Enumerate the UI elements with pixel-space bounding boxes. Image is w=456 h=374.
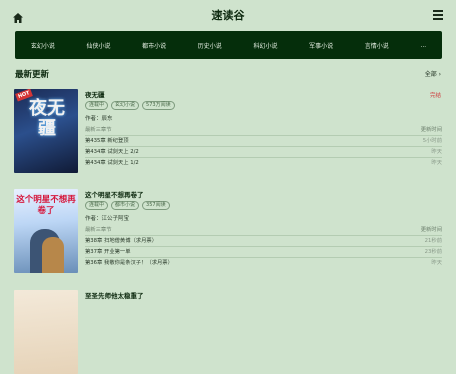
book-cover[interactable]: 这个明星不想再卷了	[14, 189, 78, 273]
nav-item-yanqing[interactable]: 言情小说	[365, 41, 389, 50]
chapters-header-label: 最新三章节	[85, 127, 112, 133]
chapters-header: 最新三章节 更新时间	[85, 125, 442, 135]
chapter-title[interactable]: 第37章 开业第一单	[85, 249, 131, 255]
site-title: 速读谷	[211, 9, 245, 22]
chapter-row[interactable]: 第435章 新纪登顶 5小时前	[85, 136, 442, 146]
cover-title: 这个明星不想再卷了	[16, 195, 76, 216]
section-title: 最新更新	[15, 70, 50, 80]
nav-item-xuanhuan[interactable]: 玄幻小说	[31, 41, 55, 50]
chapter-row[interactable]: 第434章 试剑天上 2/2 昨天	[85, 147, 442, 157]
nav-item-kehuan[interactable]: 科幻小说	[253, 41, 277, 50]
nav-item-lishi[interactable]: 历史小说	[198, 41, 222, 50]
cover-figure	[42, 237, 64, 273]
chapter-row[interactable]: 第37章 开业第一单 23秒前	[85, 247, 442, 257]
chapter-title[interactable]: 第435章 新纪登顶	[85, 138, 129, 144]
tag: 连载中	[85, 101, 109, 110]
book-title[interactable]: 夜无疆	[85, 89, 105, 99]
view-all-link[interactable]: 全部 ›	[425, 69, 441, 78]
author: 作者：辰东	[85, 116, 113, 122]
chapter-title[interactable]: 第434章 试剑天上 1/2	[85, 160, 139, 166]
chapter-time: 昨天	[431, 260, 442, 266]
menu-icon[interactable]	[433, 10, 443, 20]
book-title[interactable]: 这个明星不想再卷了	[85, 189, 144, 199]
time-header-label: 更新时间	[420, 127, 442, 133]
chapter-time: 5小时前	[422, 138, 442, 144]
chapter-title[interactable]: 第38章 扫地僧黄博（求月票）	[85, 238, 157, 244]
tag-list: 连载中 玄幻小说 573万阅读	[85, 101, 175, 110]
chapter-time: 21秒前	[424, 238, 442, 244]
nav-item-junshi[interactable]: 军事小说	[309, 41, 333, 50]
book-cover[interactable]	[14, 290, 78, 374]
nav-item-xianxia[interactable]: 仙侠小说	[86, 41, 110, 50]
chapter-title[interactable]: 第434章 试剑天上 2/2	[85, 149, 139, 155]
chapter-time: 23秒前	[424, 249, 442, 255]
chapter-row[interactable]: 第434章 试剑天上 1/2 昨天	[85, 158, 442, 168]
nav-item-dushi[interactable]: 都市小说	[142, 41, 166, 50]
book-title[interactable]: 至圣先师他太稳重了	[85, 290, 144, 300]
chapters-header-label: 最新三章节	[85, 227, 112, 233]
tag: 573万阅读	[142, 101, 175, 110]
chapter-row[interactable]: 第36章 我敬你是条汉子！（求月票） 昨天	[85, 258, 442, 268]
chapter-title[interactable]: 第36章 我敬你是条汉子！（求月票）	[85, 260, 173, 266]
home-icon[interactable]	[12, 9, 24, 23]
status-badge: 完结	[429, 93, 441, 99]
tag-list: 连载中 都市小说 357阅读	[85, 201, 170, 210]
chapter-time: 昨天	[431, 149, 442, 155]
top-bar: 速读谷	[0, 0, 456, 30]
tag: 都市小说	[111, 201, 140, 210]
tag: 连载中	[85, 201, 109, 210]
tag: 357阅读	[142, 201, 170, 210]
book-cover[interactable]: HOT 夜无疆	[14, 89, 78, 173]
chapters-header: 最新三章节 更新时间	[85, 225, 442, 235]
chapter-row[interactable]: 第38章 扫地僧黄博（求月票） 21秒前	[85, 236, 442, 246]
time-header-label: 更新时间	[420, 227, 442, 233]
tag: 玄幻小说	[111, 101, 140, 110]
chapter-time: 昨天	[431, 160, 442, 166]
author: 作者：江公子阿宝	[85, 216, 130, 222]
nav-item-more[interactable]: ...	[420, 42, 426, 49]
cover-title: 夜无疆	[29, 98, 65, 139]
category-nav: 玄幻小说 仙侠小说 都市小说 历史小说 科幻小说 军事小说 言情小说 ...	[15, 31, 442, 59]
